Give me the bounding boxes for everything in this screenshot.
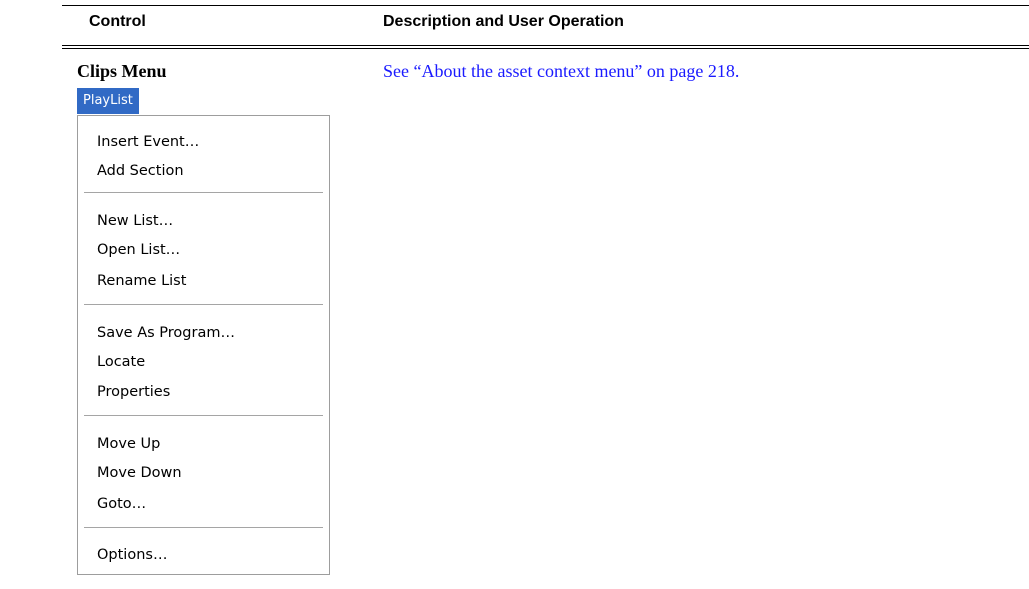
menu-separator <box>84 527 323 528</box>
menu-item-move-up[interactable]: Move Up <box>97 433 160 455</box>
menu-item-insert-event[interactable]: Insert Event… <box>97 131 199 153</box>
header-rule-upper <box>62 45 1029 46</box>
menu-item-open-list[interactable]: Open List… <box>97 239 180 261</box>
menu-item-rename-list[interactable]: Rename List <box>97 270 186 292</box>
column-header-description: Description and User Operation <box>383 13 624 30</box>
menu-item-options[interactable]: Options… <box>97 544 167 566</box>
menu-separator <box>84 304 323 305</box>
menubar-playlist[interactable]: PlayList <box>77 88 139 114</box>
menu-item-add-section[interactable]: Add Section <box>97 160 184 182</box>
menu-item-save-as-program[interactable]: Save As Program… <box>97 322 235 344</box>
playlist-dropdown-menu: Insert Event… Add Section New List… Open… <box>77 115 330 575</box>
menu-item-move-down[interactable]: Move Down <box>97 462 182 484</box>
table-top-rule <box>62 5 1029 6</box>
description-cross-reference-link[interactable]: See “About the asset context menu” on pa… <box>383 60 739 82</box>
menu-separator <box>84 192 323 193</box>
menu-separator <box>84 415 323 416</box>
menu-item-new-list[interactable]: New List… <box>97 210 173 232</box>
menu-item-locate[interactable]: Locate <box>97 351 145 373</box>
menu-item-properties[interactable]: Properties <box>97 381 170 403</box>
header-rule-lower <box>62 48 1029 49</box>
column-header-control: Control <box>89 13 146 30</box>
menu-item-goto[interactable]: Goto… <box>97 493 146 515</box>
control-title-clips-menu: Clips Menu <box>77 61 167 81</box>
